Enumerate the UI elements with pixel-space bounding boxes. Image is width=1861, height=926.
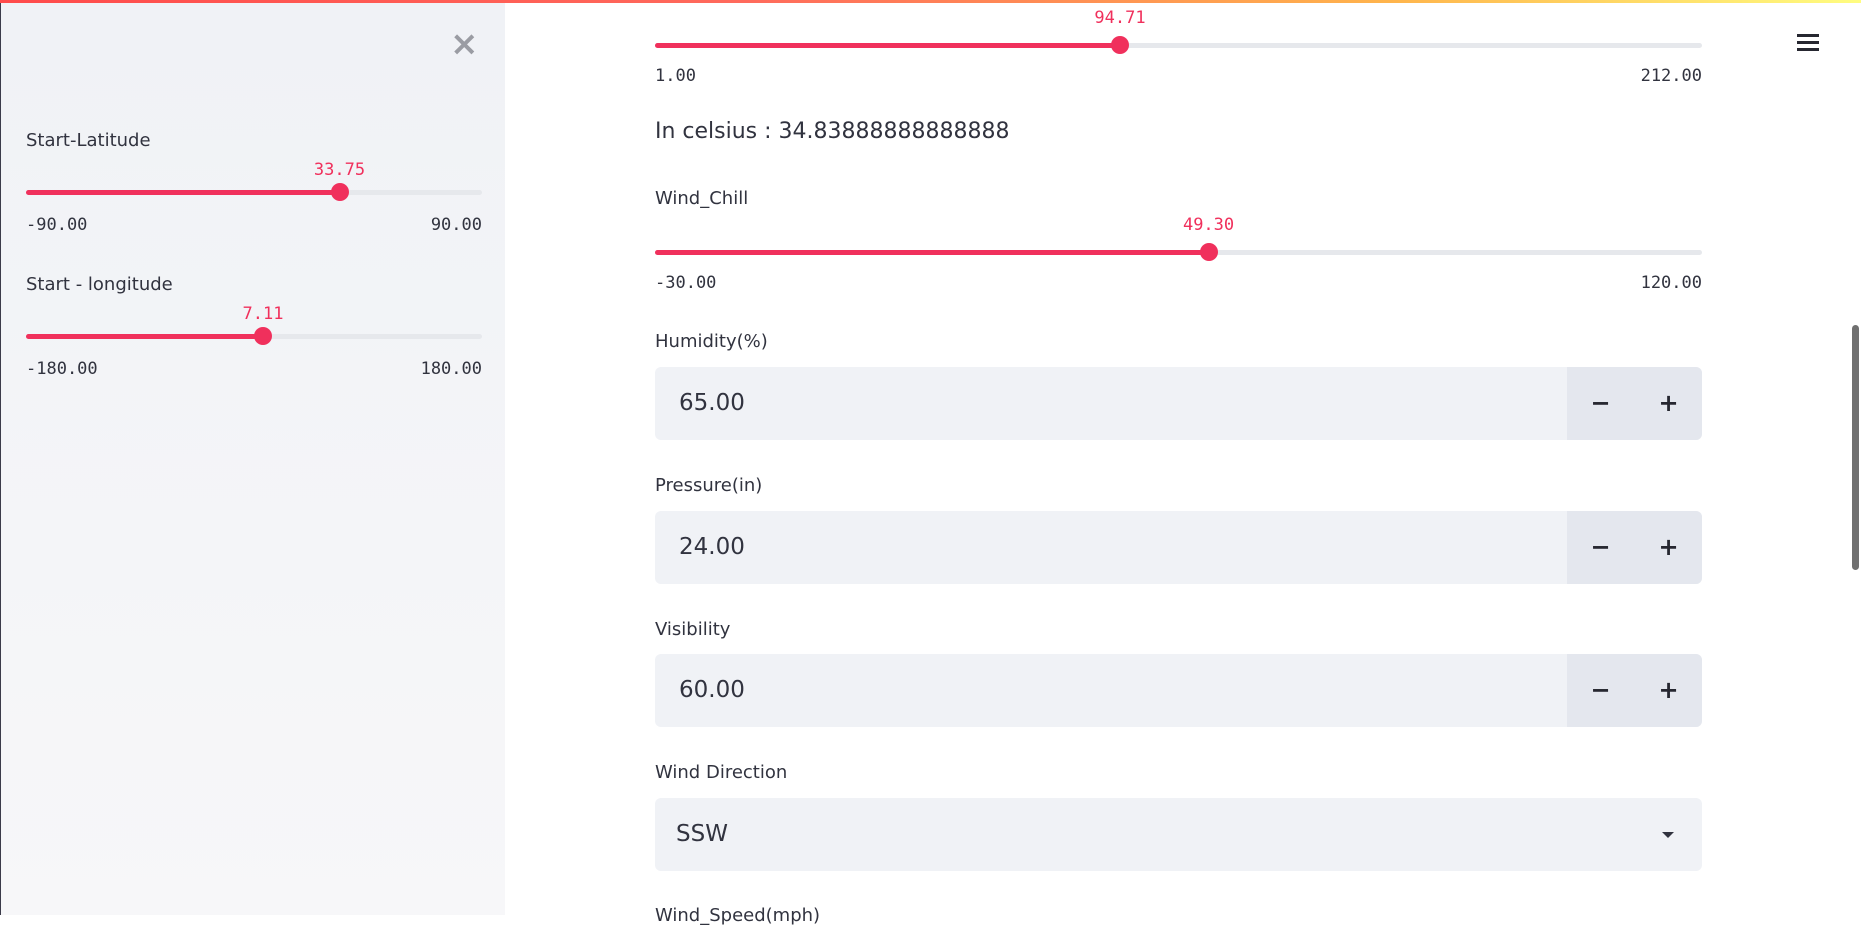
- slider-min-label: -90.00: [26, 215, 88, 235]
- stepper-buttons: − +: [1567, 367, 1702, 440]
- increment-button[interactable]: +: [1635, 367, 1702, 440]
- decrement-button[interactable]: −: [1567, 654, 1634, 727]
- increment-button[interactable]: +: [1635, 654, 1702, 727]
- wind-direction-select[interactable]: SSW: [655, 798, 1702, 871]
- chevron-down-icon[interactable]: [1662, 832, 1674, 838]
- decrement-button[interactable]: −: [1567, 367, 1634, 440]
- increment-button[interactable]: +: [1635, 511, 1702, 584]
- humidity-input[interactable]: 65.00 − +: [655, 367, 1702, 440]
- slider-fill: [26, 334, 264, 339]
- slider-max-label: 120.00: [1640, 273, 1702, 293]
- slider-thumb[interactable]: [254, 327, 273, 345]
- pressure-value[interactable]: 24.00: [679, 511, 745, 584]
- slider-max-label: 180.00: [420, 359, 482, 379]
- humidity-label: Humidity(%): [655, 331, 768, 352]
- wind-speed-label: Wind_Speed(mph): [655, 905, 821, 926]
- scrollbar-thumb[interactable]: [1852, 325, 1859, 570]
- celsius-conversion-text: In celsius : 34.83888888888888: [655, 119, 1010, 144]
- slider-min-label: -30.00: [655, 273, 717, 293]
- slider-fill: [26, 190, 340, 195]
- slider-min-label: -180.00: [26, 359, 98, 379]
- humidity-value[interactable]: 65.00: [679, 367, 745, 440]
- wind-chill-slider[interactable]: 49.30 -30.00 120.00: [655, 215, 1702, 295]
- start-latitude-slider[interactable]: 33.75 -90.00 90.00: [26, 160, 482, 240]
- stepper-buttons: − +: [1567, 511, 1702, 584]
- wind-direction-value: SSW: [676, 821, 728, 847]
- sidebar: × Start-Latitude 33.75 -90.00 90.00 Star…: [0, 0, 505, 915]
- pressure-input[interactable]: 24.00 − +: [655, 511, 1702, 584]
- decrement-button[interactable]: −: [1567, 511, 1634, 584]
- slider-thumb[interactable]: [330, 183, 349, 201]
- slider-max-label: 212.00: [1640, 66, 1702, 86]
- visibility-input[interactable]: 60.00 − +: [655, 654, 1702, 727]
- slider-fill: [655, 43, 1120, 48]
- header-decoration: [0, 0, 1861, 3]
- visibility-value[interactable]: 60.00: [679, 654, 745, 727]
- wind-direction-label: Wind Direction: [655, 762, 788, 783]
- visibility-label: Visibility: [655, 619, 731, 640]
- slider-min-label: 1.00: [655, 66, 696, 86]
- slider-max-label: 90.00: [430, 215, 482, 235]
- slider-current-value: 7.11: [242, 304, 284, 324]
- slider-current-value: 94.71: [1094, 8, 1146, 28]
- start-longitude-label: Start - longitude: [26, 274, 173, 295]
- stepper-buttons: − +: [1567, 654, 1702, 727]
- start-latitude-label: Start-Latitude: [26, 130, 151, 151]
- close-icon[interactable]: ×: [450, 27, 479, 61]
- pressure-label: Pressure(in): [655, 475, 763, 496]
- wind-chill-label: Wind_Chill: [655, 188, 749, 209]
- slider-thumb[interactable]: [1199, 243, 1218, 261]
- slider-current-value: 49.30: [1182, 215, 1235, 235]
- slider-current-value: 33.75: [313, 160, 366, 180]
- start-longitude-slider[interactable]: 7.11 -180.00 180.00: [26, 304, 482, 384]
- temperature-slider[interactable]: 94.71 1.00 212.00: [655, 8, 1702, 88]
- scrollbar[interactable]: [1850, 0, 1861, 915]
- slider-fill: [655, 250, 1209, 255]
- hamburger-menu-icon[interactable]: [1795, 28, 1823, 56]
- slider-thumb[interactable]: [1110, 36, 1129, 54]
